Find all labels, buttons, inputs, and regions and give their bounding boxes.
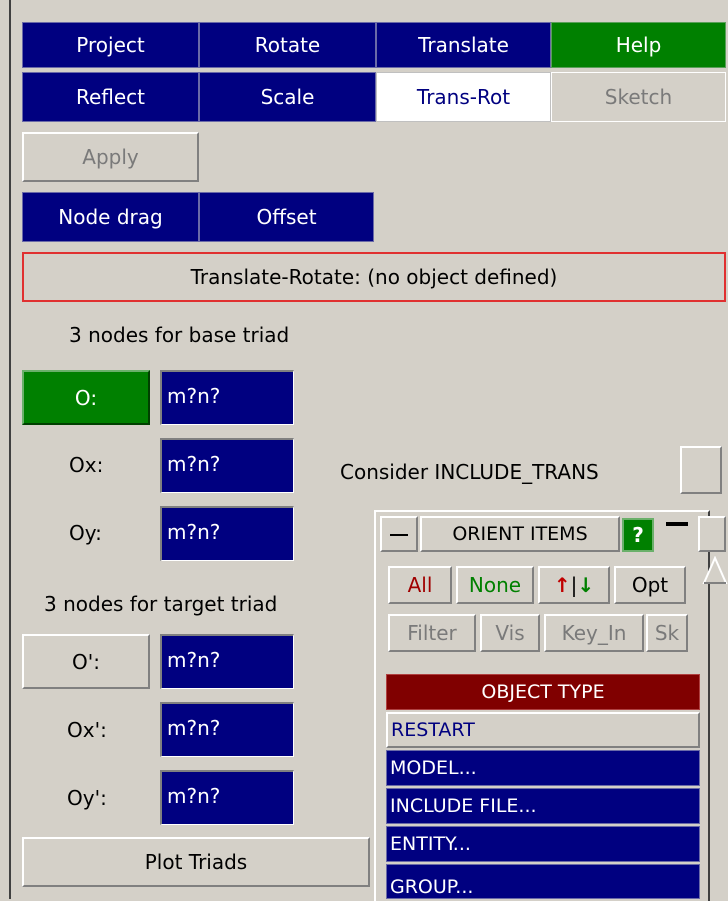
object-type-restart[interactable]: RESTART — [386, 712, 700, 748]
minimize-panel-button[interactable] — [380, 516, 418, 552]
object-type-group[interactable]: GROUP... — [386, 864, 700, 899]
apply-button[interactable]: Apply — [22, 132, 199, 182]
plot-triads-button[interactable]: Plot Triads — [22, 837, 370, 887]
separator-icon: | — [570, 573, 578, 597]
offset-button[interactable]: Offset — [199, 192, 374, 242]
target-o-button[interactable]: O': — [22, 634, 150, 689]
object-type-header: OBJECT TYPE — [386, 674, 700, 710]
consider-include-trans-label: Consider INCLUDE_TRANS — [340, 460, 599, 484]
project-button[interactable]: Project — [22, 22, 199, 68]
sketch-select-button[interactable]: Sk — [646, 614, 688, 652]
base-oy-field[interactable]: m?n? — [160, 506, 294, 561]
base-oy-label: Oy: — [69, 521, 102, 545]
target-ox-label: Ox': — [67, 718, 107, 742]
scroll-up-arrow-icon[interactable] — [702, 556, 728, 586]
window-edge — [0, 0, 8, 899]
target-oy-label: Oy': — [67, 786, 107, 810]
sketch-button[interactable]: Sketch — [551, 72, 726, 122]
key-in-button[interactable]: Key_In — [544, 614, 644, 652]
base-triad-heading: 3 nodes for base triad — [69, 323, 290, 347]
scale-button[interactable]: Scale — [199, 72, 376, 122]
base-o-button[interactable]: O: — [22, 370, 150, 425]
all-button[interactable]: All — [388, 566, 452, 604]
up-arrow-icon: ↑ — [553, 573, 571, 597]
help-button[interactable]: Help — [551, 22, 726, 68]
bar-icon — [666, 522, 688, 526]
trans-rot-tab[interactable]: Trans-Rot — [376, 72, 551, 122]
object-type-entity[interactable]: ENTITY... — [386, 826, 700, 862]
dash-icon — [390, 534, 408, 536]
opt-button[interactable]: Opt — [614, 566, 686, 604]
orient-items-title[interactable]: ORIENT ITEMS — [420, 516, 620, 552]
panel-help-button[interactable]: ? — [622, 518, 654, 552]
object-type-model[interactable]: MODEL... — [386, 750, 700, 786]
base-ox-label: Ox: — [69, 453, 104, 477]
down-arrow-icon: ↓ — [577, 573, 595, 597]
object-type-include-file[interactable]: INCLUDE FILE... — [386, 788, 700, 824]
invert-selection-button[interactable]: ↑ | ↓ — [538, 566, 610, 604]
target-o-field[interactable]: m?n? — [160, 634, 294, 689]
reflect-button[interactable]: Reflect — [22, 72, 199, 122]
target-ox-field[interactable]: m?n? — [160, 702, 294, 757]
panel-collapse-button[interactable] — [658, 518, 696, 552]
translate-button[interactable]: Translate — [376, 22, 551, 68]
panel-close-button[interactable] — [698, 516, 726, 552]
target-oy-field[interactable]: m?n? — [160, 770, 294, 825]
vis-button[interactable]: Vis — [480, 614, 540, 652]
base-o-field[interactable]: m?n? — [160, 370, 294, 425]
filter-button[interactable]: Filter — [388, 614, 476, 652]
window-divider — [9, 0, 11, 899]
target-triad-heading: 3 nodes for target triad — [44, 592, 278, 616]
rotate-button[interactable]: Rotate — [199, 22, 376, 68]
none-button[interactable]: None — [456, 566, 534, 604]
base-ox-field[interactable]: m?n? — [160, 438, 294, 493]
status-bar: Translate-Rotate: (no object defined) — [22, 252, 726, 302]
consider-include-trans-checkbox[interactable] — [680, 446, 722, 494]
node-drag-button[interactable]: Node drag — [22, 192, 199, 242]
